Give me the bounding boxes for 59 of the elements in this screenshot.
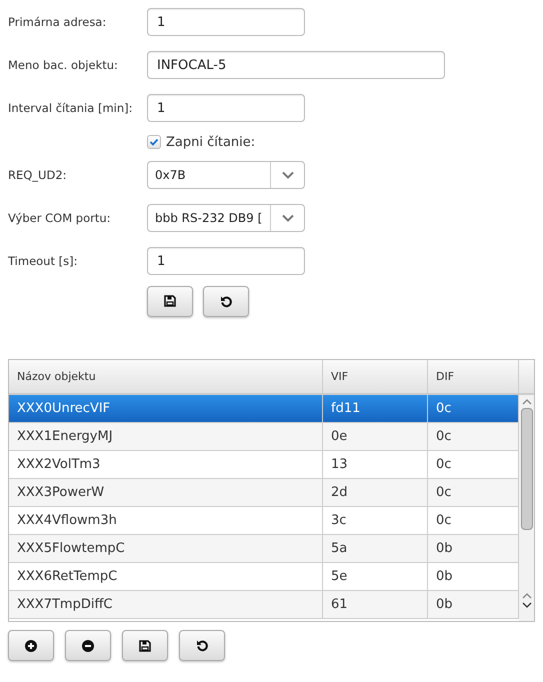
save-button[interactable]	[147, 286, 193, 316]
input-field[interactable]: 1	[147, 94, 305, 122]
scrollbar[interactable]	[519, 395, 534, 621]
table-cell: XXX0UnrecVIF	[9, 395, 323, 422]
checkbox-label: Zapni čítanie:	[166, 134, 256, 150]
field-label: Interval čítania [min]:	[8, 101, 134, 115]
table-cell: XXX4Vflowm3h	[9, 507, 323, 534]
field-label: Meno bac. objektu:	[8, 58, 119, 72]
table-row[interactable]: XXX3PowerW 2d 0c	[9, 479, 519, 507]
reset-button[interactable]	[203, 286, 249, 316]
table-cell: XXX2VolTm3	[9, 451, 323, 478]
table-row[interactable]: XXX6RetTempC 5e 0b	[9, 563, 519, 591]
table-cell: XXX1EnergyMJ	[9, 423, 323, 450]
field-label: REQ_UD2:	[8, 168, 68, 182]
field-label: Výber COM portu:	[8, 211, 112, 225]
table-cell: 3c	[323, 507, 428, 534]
input-field[interactable]: INFOCAL-5	[147, 51, 445, 79]
table-row[interactable]: XXX1EnergyMJ 0e 0c	[9, 423, 519, 451]
table-cell: XXX6RetTempC	[9, 563, 323, 590]
reset-icon	[220, 294, 232, 308]
table-cell: 5a	[323, 535, 428, 562]
table-row[interactable]: XXX4Vflowm3h 3c 0c	[9, 507, 519, 535]
table-cell: XXX5FlowtempC	[9, 535, 323, 562]
save-icon	[139, 640, 151, 652]
table-row[interactable]: XXX2VolTm3 13 0c	[9, 451, 519, 479]
input-field[interactable]: 1	[147, 8, 305, 36]
reset-icon	[196, 639, 208, 652]
table-cell: XXX7TmpDiffC	[9, 591, 323, 618]
save-icon	[164, 295, 176, 307]
chevron-up-icon	[522, 399, 532, 405]
chevron-up-icon	[522, 593, 532, 599]
dropdown[interactable]: 0x7B	[147, 161, 305, 189]
table-row[interactable]: XXX0UnrecVIF fd11 0c	[9, 395, 519, 423]
table-cell: 13	[323, 451, 428, 478]
remove-button[interactable]	[65, 630, 111, 661]
chevron-down-icon	[282, 214, 294, 222]
column-header[interactable]: VIF	[323, 360, 428, 393]
dropdown[interactable]: bbb RS-232 DB9 [	[147, 204, 305, 232]
remove-icon	[82, 640, 94, 652]
table-cell: XXX3PowerW	[9, 479, 323, 506]
save-button[interactable]	[122, 630, 168, 661]
table-cell: fd11	[323, 395, 428, 422]
input-field[interactable]: 1	[147, 247, 305, 275]
field-label: Timeout [s]:	[8, 254, 78, 268]
chevron-down-icon	[522, 602, 532, 608]
column-header[interactable]: DIF	[428, 360, 519, 393]
add-button[interactable]	[8, 630, 54, 661]
add-icon	[25, 640, 37, 652]
table-row[interactable]: XXX7TmpDiffC 61 0b	[9, 591, 519, 619]
table-cell: 0e	[323, 423, 428, 450]
chevron-down-icon	[282, 171, 294, 179]
table-cell: 5e	[323, 563, 428, 590]
table-row[interactable]: XXX5FlowtempC 5a 0b	[9, 535, 519, 563]
checkbox[interactable]	[147, 135, 161, 149]
table-cell: 2d	[323, 479, 428, 506]
field-label: Primárna adresa:	[8, 15, 108, 29]
reset-button[interactable]	[179, 630, 225, 661]
column-header[interactable]: Názov objektu	[9, 360, 323, 393]
table-cell: 61	[323, 591, 428, 618]
